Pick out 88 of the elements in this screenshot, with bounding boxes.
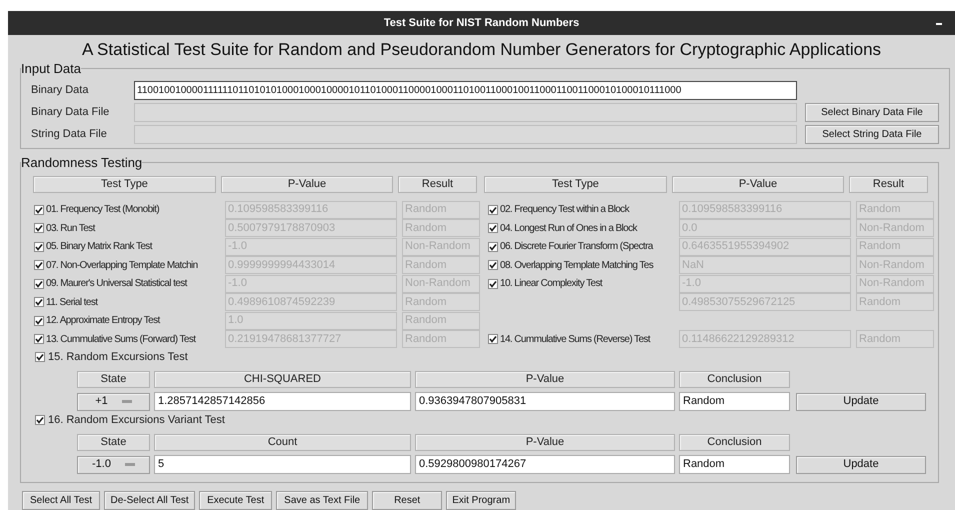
column-header: P-Value (415, 371, 675, 388)
test-label: 01. Frequency Test (Monobit) (46, 203, 160, 217)
p-value-field[interactable]: 0.5929800980174267 (415, 455, 675, 474)
check-icon (36, 353, 44, 361)
checkbox[interactable] (488, 204, 498, 214)
test-label: 13. Cummulative Sums (Forward) Test (46, 332, 196, 346)
check-icon (35, 224, 43, 232)
test-label: 02. Frequency Test within a Block (500, 203, 629, 217)
update-button[interactable]: Update (796, 392, 926, 410)
column-header: Result (398, 176, 477, 192)
combo-icon (122, 400, 132, 404)
column-header: Result (849, 176, 928, 192)
action-button[interactable]: Reset (372, 491, 442, 510)
combo-icon (124, 462, 135, 466)
checkbox[interactable] (34, 260, 44, 270)
checkbox[interactable] (488, 260, 498, 270)
column-header: Test Type (33, 176, 216, 192)
field-label: Binary Data File (31, 105, 110, 120)
p-value-field[interactable]: 0.9363947807905831 (415, 392, 675, 411)
check-icon (35, 206, 43, 214)
binary-data-field[interactable]: 1100100100001111110110101010001000100001011010001100001000110100110001001100011001100010100010111000 (134, 81, 797, 100)
column-header: Count (154, 434, 411, 451)
test-label: 12. Approximate Entropy Test (46, 314, 160, 328)
test-label: 03. Run Test (46, 222, 95, 236)
check-icon (36, 416, 44, 424)
checkbox[interactable] (34, 297, 44, 307)
check-icon (35, 298, 43, 306)
test-label: 15. Random Excursions Test (48, 350, 188, 365)
checkbox[interactable] (34, 316, 44, 326)
checkbox[interactable] (488, 242, 498, 252)
action-button[interactable]: Exit Program (446, 491, 516, 510)
check-icon (489, 206, 497, 214)
field-label: String Data File (31, 127, 108, 142)
action-button[interactable]: Save as Text File (276, 491, 368, 510)
field-label: Binary Data (31, 83, 90, 98)
column-header: State (77, 434, 150, 451)
column-header: Test Type (484, 176, 667, 192)
test-label: 08. Overlapping Template Matching Tes (500, 258, 654, 272)
column-header: P-Value (415, 434, 675, 451)
window-title: Test Suite for NIST Random Numbers (384, 16, 580, 30)
statistic-field[interactable]: 5 (154, 455, 411, 474)
checkbox[interactable] (488, 334, 498, 344)
test-label: 04. Longest Run of Ones in a Block (500, 222, 637, 236)
column-header: P-Value (672, 176, 844, 192)
update-button[interactable]: Update (796, 456, 926, 474)
checkbox[interactable] (35, 352, 45, 362)
check-icon (489, 242, 497, 250)
checkbox[interactable] (34, 278, 44, 288)
checkbox[interactable] (34, 223, 44, 233)
group-title: Randomness Testing (21, 154, 142, 172)
heading: A Statistical Test Suite for Random and Pseudorandom Number Generators for Cryptographic Applications (82, 38, 882, 58)
state-dropdown[interactable]: +1 (77, 392, 150, 410)
column-header: CHI-SQUARED (154, 371, 411, 388)
test-label: 14. Cummulative Sums (Reverse) Test (500, 332, 650, 346)
action-button[interactable]: Execute Test (199, 491, 272, 510)
state-dropdown[interactable]: -1.0 (77, 456, 150, 474)
checkbox[interactable] (34, 242, 44, 252)
statistic-field[interactable]: 1.2857142857142856 (154, 392, 411, 411)
action-button[interactable]: De-Select All Test (104, 491, 196, 510)
check-icon (489, 224, 497, 232)
check-icon (489, 261, 497, 269)
test-label: 09. Maurer's Universal Statistical test (46, 277, 187, 291)
check-icon (35, 316, 43, 324)
check-icon (35, 261, 43, 269)
column-header: Conclusion (679, 371, 790, 388)
group-title: Input Data (21, 60, 81, 78)
test-label: 10. Linear Complexity Test (500, 277, 602, 291)
checkbox[interactable] (488, 278, 498, 288)
conclusion-field[interactable]: Random (679, 392, 790, 411)
test-label: 16. Random Excursions Variant Test (48, 412, 225, 428)
column-header: State (77, 371, 150, 388)
test-label: 05. Binary Matrix Rank Test (46, 240, 152, 254)
check-icon (35, 335, 43, 343)
column-header: Conclusion (679, 434, 790, 451)
checkbox[interactable] (34, 334, 44, 344)
checkbox[interactable] (34, 204, 44, 214)
check-icon (35, 280, 43, 288)
test-label: 07. Non-Overlapping Template Matchin (46, 258, 198, 272)
check-icon (489, 335, 497, 343)
test-label: 06. Discrete Fourier Transform (Spectra (500, 240, 653, 254)
check-icon (35, 242, 43, 250)
conclusion-field[interactable]: Random (679, 455, 790, 474)
action-button[interactable]: Select All Test (22, 491, 100, 510)
column-header: P-Value (221, 176, 393, 192)
test-label: 11. Serial test (46, 296, 98, 310)
checkbox[interactable] (35, 415, 45, 425)
checkbox[interactable] (488, 223, 498, 233)
check-icon (489, 280, 497, 288)
